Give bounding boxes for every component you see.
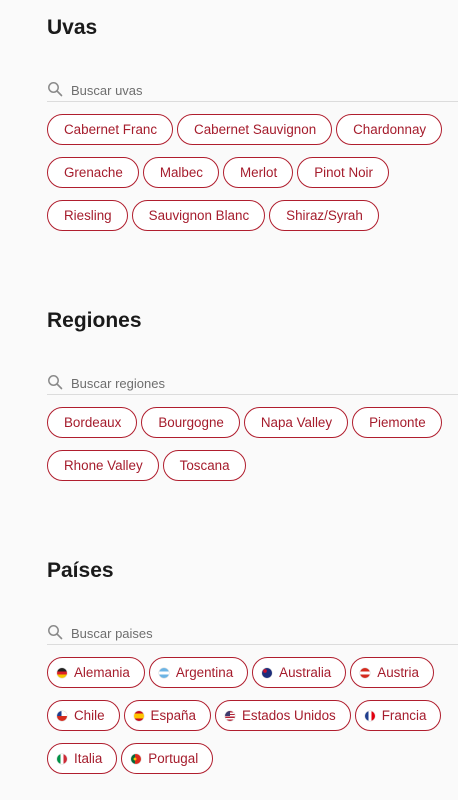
search-icon <box>48 625 63 640</box>
grape-chip-malbec[interactable]: Malbec <box>142 157 219 188</box>
country-chip-label: Argentina <box>175 665 234 680</box>
italy-flag-icon <box>57 753 67 764</box>
countries-heading: Países <box>47 559 114 582</box>
grapes-chip-row: Grenache Malbec Merlot Pinot Noir <box>47 157 389 188</box>
grapes-chip-row: Riesling Sauvignon Blanc Shiraz/Syrah <box>47 200 379 231</box>
search-icon <box>48 82 63 97</box>
grapes-chip-row: Cabernet Franc Cabernet Sauvignon Chardo… <box>47 114 443 145</box>
regions-search <box>47 373 458 395</box>
country-chip-alemania[interactable]: Alemania <box>47 657 145 688</box>
country-chip-label: Alemania <box>74 665 130 680</box>
region-chip-rhone-valley[interactable]: Rhone Valley <box>47 450 159 481</box>
country-chip-argentina[interactable]: Argentina <box>148 657 249 688</box>
grapes-search <box>47 80 458 102</box>
region-chip-bordeaux[interactable]: Bordeaux <box>47 407 138 438</box>
country-chip-label: Portugal <box>148 751 199 766</box>
germany-flag-icon <box>57 667 67 678</box>
grape-chip-sauvignon-blanc[interactable]: Sauvignon Blanc <box>131 200 266 231</box>
portugal-flag-icon <box>131 753 142 764</box>
australia-flag-icon <box>262 667 273 678</box>
grape-chip-shiraz-syrah[interactable]: Shiraz/Syrah <box>269 200 379 231</box>
region-chip-napa-valley[interactable]: Napa Valley <box>243 407 349 438</box>
argentina-flag-icon <box>158 667 169 678</box>
grape-chip-cabernet-sauvignon[interactable]: Cabernet Sauvignon <box>177 114 333 145</box>
country-chip-espana[interactable]: España <box>123 700 211 731</box>
grapes-search-input[interactable] <box>71 81 451 99</box>
spain-flag-icon <box>133 710 144 721</box>
country-chip-chile[interactable]: Chile <box>47 700 120 731</box>
search-icon <box>48 375 63 390</box>
grape-chip-merlot[interactable]: Merlot <box>222 157 294 188</box>
grape-chip-chardonnay[interactable]: Chardonnay <box>336 114 443 145</box>
countries-chip-row: Italia Portugal <box>47 743 214 774</box>
austria-flag-icon <box>360 667 371 678</box>
regions-chip-row: Rhone Valley Toscana <box>47 450 246 481</box>
country-chip-australia[interactable]: Australia <box>252 657 347 688</box>
country-chip-estados-unidos[interactable]: Estados Unidos <box>214 700 351 731</box>
grape-chip-grenache[interactable]: Grenache <box>47 157 139 188</box>
grapes-heading: Uvas <box>47 16 98 39</box>
countries-chip-row: Alemania Argentina Australia Austria <box>47 657 434 688</box>
grape-chip-cabernet-franc[interactable]: Cabernet Franc <box>47 114 174 145</box>
countries-chip-row: Chile España Estados Unidos Francia <box>47 700 442 731</box>
country-chip-label: España <box>150 708 196 723</box>
country-chip-label: Austria <box>377 665 419 680</box>
country-chip-label: Australia <box>279 665 332 680</box>
grape-chip-pinot-noir[interactable]: Pinot Noir <box>297 157 389 188</box>
chile-flag-icon <box>57 710 67 721</box>
regions-heading: Regiones <box>47 309 142 332</box>
grape-chip-riesling[interactable]: Riesling <box>47 200 128 231</box>
country-chip-portugal[interactable]: Portugal <box>121 743 214 774</box>
country-chip-italia[interactable]: Italia <box>47 743 118 774</box>
usa-flag-icon <box>224 710 235 721</box>
region-chip-bourgogne[interactable]: Bourgogne <box>141 407 240 438</box>
regions-search-input[interactable] <box>71 374 451 392</box>
region-chip-piemonte[interactable]: Piemonte <box>352 407 442 438</box>
country-chip-label: Italia <box>74 751 103 766</box>
region-chip-toscana[interactable]: Toscana <box>162 450 246 481</box>
country-chip-label: Chile <box>74 708 105 723</box>
regions-chip-row: Bordeaux Bourgogne Napa Valley Piemonte <box>47 407 442 438</box>
countries-search <box>47 623 458 645</box>
country-chip-francia[interactable]: Francia <box>354 700 442 731</box>
country-chip-label: Francia <box>381 708 427 723</box>
country-chip-austria[interactable]: Austria <box>350 657 434 688</box>
countries-search-input[interactable] <box>71 624 451 642</box>
france-flag-icon <box>364 710 375 721</box>
country-chip-label: Estados Unidos <box>241 708 336 723</box>
